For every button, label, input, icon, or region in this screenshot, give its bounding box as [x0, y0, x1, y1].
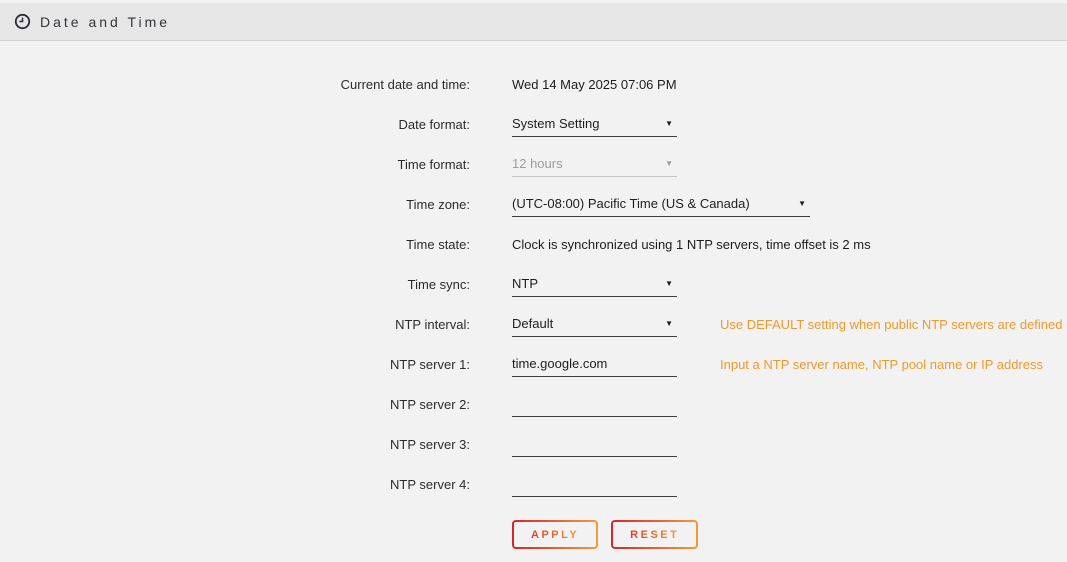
chevron-down-icon: ▼ — [798, 199, 810, 208]
time-sync-label: Time sync: — [0, 277, 470, 292]
row-ntp-server-3: NTP server 3: — [0, 424, 1067, 464]
reset-button-label: RESET — [630, 529, 679, 541]
time-zone-label: Time zone: — [0, 197, 470, 212]
ntp-interval-select[interactable]: Default ▼ — [512, 311, 677, 337]
time-format-select: 12 hours ▼ — [512, 151, 677, 177]
chevron-down-icon: ▼ — [665, 119, 677, 128]
apply-button[interactable]: APPLY — [512, 520, 598, 549]
clock-icon — [14, 13, 31, 30]
date-time-form: Current date and time: Wed 14 May 2025 0… — [0, 41, 1067, 549]
ntp-interval-value: Default — [512, 316, 553, 331]
ntp-interval-label: NTP interval: — [0, 317, 470, 332]
page-title: Date and Time — [40, 14, 170, 30]
row-ntp-server-2: NTP server 2: — [0, 384, 1067, 424]
row-time-state: Time state: Clock is synchronized using … — [0, 224, 1067, 264]
time-sync-select[interactable]: NTP ▼ — [512, 271, 677, 297]
time-state-label: Time state: — [0, 237, 470, 252]
date-format-label: Date format: — [0, 117, 470, 132]
reset-button[interactable]: RESET — [611, 520, 698, 549]
ntp-interval-hint: Use DEFAULT setting when public NTP serv… — [720, 317, 1063, 332]
ntp-server-1-label: NTP server 1: — [0, 357, 470, 372]
ntp-server-4-label: NTP server 4: — [0, 477, 470, 492]
current-datetime-label: Current date and time: — [0, 77, 470, 92]
time-sync-value: NTP — [512, 276, 538, 291]
time-format-label: Time format: — [0, 157, 470, 172]
chevron-down-icon: ▼ — [665, 279, 677, 288]
row-time-zone: Time zone: (UTC-08:00) Pacific Time (US … — [0, 184, 1067, 224]
ntp-server-2-label: NTP server 2: — [0, 397, 470, 412]
row-ntp-interval: NTP interval: Default ▼ Use DEFAULT sett… — [0, 304, 1067, 344]
date-format-value: System Setting — [512, 116, 599, 131]
ntp-server-4-input[interactable] — [512, 471, 677, 497]
row-date-format: Date format: System Setting ▼ — [0, 104, 1067, 144]
ntp-server-3-input[interactable] — [512, 431, 677, 457]
ntp-server-1-input[interactable] — [512, 351, 677, 377]
ntp-server-2-input[interactable] — [512, 391, 677, 417]
row-ntp-server-4: NTP server 4: — [0, 464, 1067, 504]
time-format-value: 12 hours — [512, 156, 563, 171]
chevron-down-icon: ▼ — [665, 319, 677, 328]
button-row: APPLY RESET — [512, 520, 1067, 549]
ntp-server-1-hint: Input a NTP server name, NTP pool name o… — [720, 357, 1043, 372]
date-format-select[interactable]: System Setting ▼ — [512, 111, 677, 137]
current-datetime-value: Wed 14 May 2025 07:06 PM — [512, 77, 677, 92]
ntp-server-3-label: NTP server 3: — [0, 437, 470, 452]
row-current-datetime: Current date and time: Wed 14 May 2025 0… — [0, 64, 1067, 104]
row-time-sync: Time sync: NTP ▼ — [0, 264, 1067, 304]
time-zone-value: (UTC-08:00) Pacific Time (US & Canada) — [512, 196, 750, 211]
panel-header: Date and Time — [0, 3, 1067, 41]
time-state-value: Clock is synchronized using 1 NTP server… — [512, 237, 871, 252]
apply-button-label: APPLY — [531, 529, 579, 541]
row-time-format: Time format: 12 hours ▼ — [0, 144, 1067, 184]
time-zone-select[interactable]: (UTC-08:00) Pacific Time (US & Canada) ▼ — [512, 191, 810, 217]
chevron-down-icon: ▼ — [665, 159, 677, 168]
row-ntp-server-1: NTP server 1: Input a NTP server name, N… — [0, 344, 1067, 384]
